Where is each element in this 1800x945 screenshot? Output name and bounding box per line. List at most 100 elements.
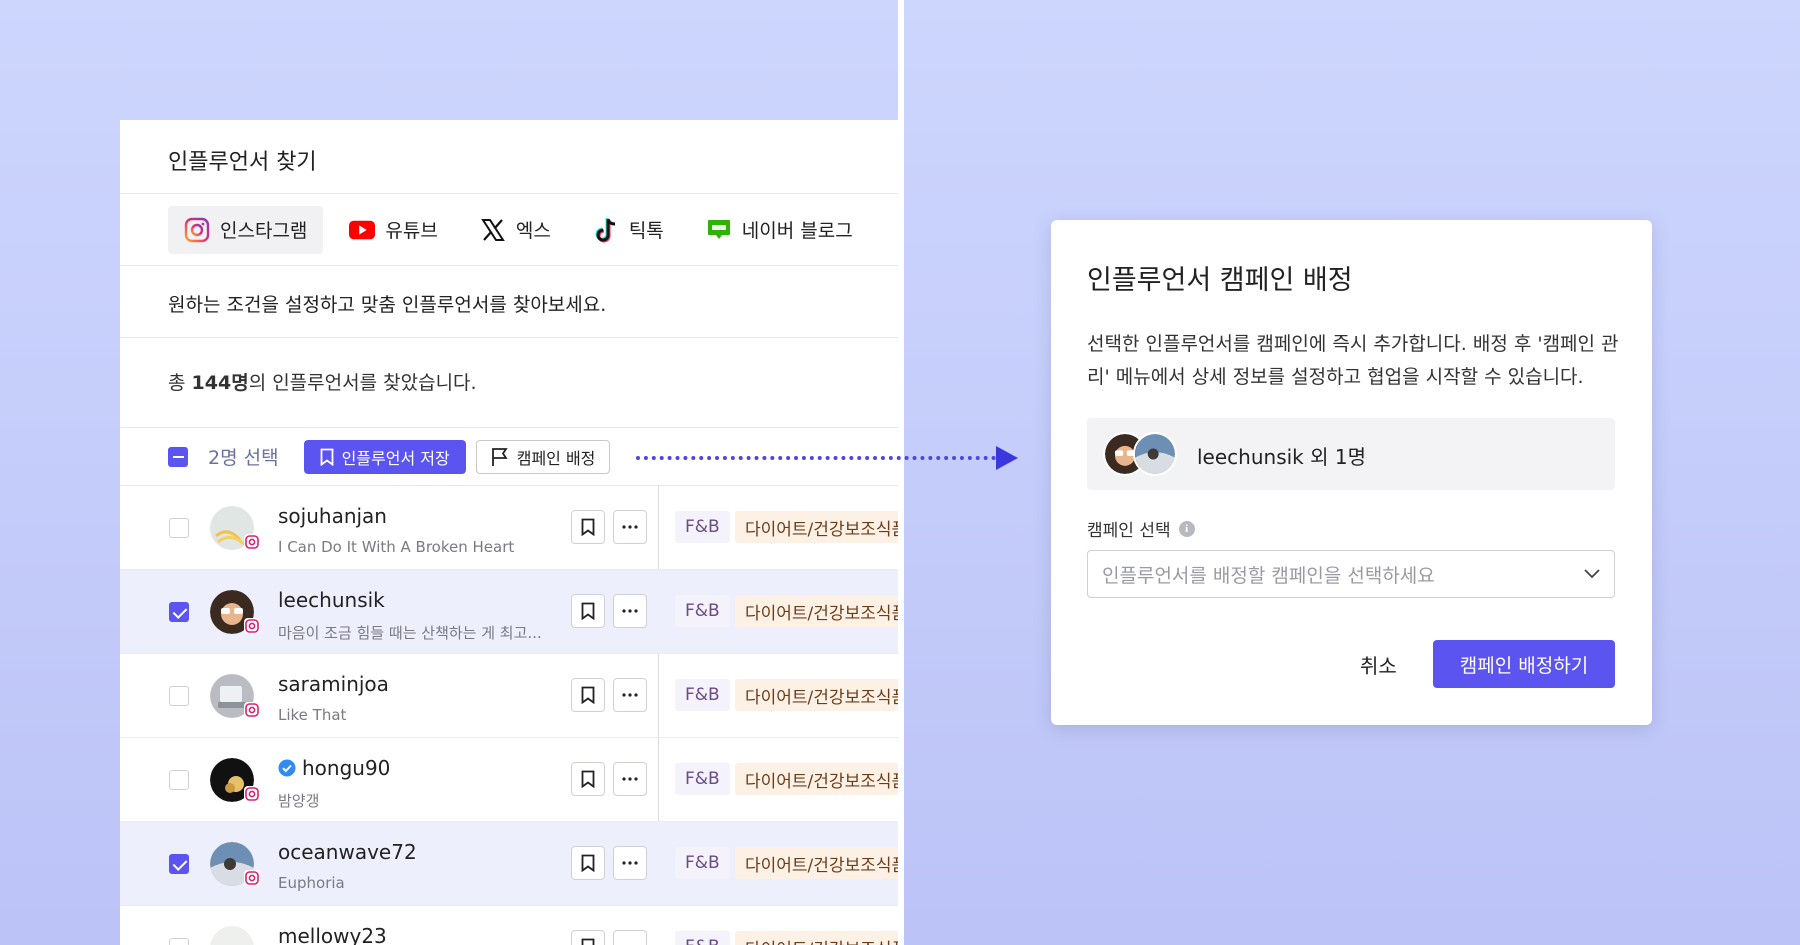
influencer-name[interactable]: sojuhanjan	[278, 504, 387, 528]
more-button[interactable]	[613, 510, 647, 544]
x-icon	[480, 217, 506, 243]
bookmark-button[interactable]	[571, 762, 605, 796]
youtube-icon	[349, 217, 376, 243]
tab-label: 유튜브	[385, 220, 438, 242]
row-checkbox[interactable]	[169, 854, 189, 874]
platform-tabs: 인스타그램 유튜브 엑스 틱톡 네이버 블로그	[120, 194, 898, 266]
arrow-head-icon	[996, 446, 1018, 470]
influencer-handle: saraminjoa	[278, 672, 389, 696]
bookmark-button[interactable]	[571, 678, 605, 712]
more-icon	[622, 861, 638, 865]
more-button[interactable]	[613, 762, 647, 796]
page-title: 인플루언서 찾기	[120, 120, 898, 194]
table-row[interactable]: hongu90 밤양갱 F&B 다이어트/건강보조식품	[120, 738, 898, 822]
instagram-badge-icon	[244, 534, 260, 550]
row-checkbox[interactable]	[169, 518, 189, 538]
table-row[interactable]: sojuhanjan I Can Do It With A Broken Hea…	[120, 486, 898, 570]
select-all-checkbox[interactable]	[168, 446, 188, 467]
table-row[interactable]: leechunsik 마음이 조금 힘들 때는 산책하는 게 최고... F&B…	[120, 570, 898, 654]
tab-label: 틱톡	[628, 220, 664, 242]
table-row[interactable]: oceanwave72 Euphoria F&B 다이어트/건강보조식품	[120, 822, 898, 906]
more-icon	[622, 525, 638, 529]
bookmark-icon	[581, 770, 595, 788]
more-button[interactable]	[613, 846, 647, 880]
influencer-name[interactable]: saraminjoa	[278, 672, 389, 696]
more-button[interactable]	[613, 594, 647, 628]
bookmark-icon	[320, 448, 333, 466]
table-row[interactable]: mellowy23 F&B 다이어트/건강보조식품	[120, 906, 898, 945]
cancel-button[interactable]: 취소	[1360, 650, 1397, 679]
row-checkbox[interactable]	[169, 770, 189, 790]
bookmark-button[interactable]	[571, 510, 605, 544]
category-tag: F&B	[675, 679, 730, 711]
bookmark-button[interactable]	[571, 846, 605, 880]
subcategory-tag: 다이어트/건강보조식품	[735, 763, 898, 795]
more-button[interactable]	[613, 930, 647, 945]
modal-description: 선택한 인플루언서를 캠페인에 즉시 추가합니다. 배정 후 '캠페인 관리' …	[1087, 333, 1619, 388]
tab-naver-blog[interactable]: 네이버 블로그	[690, 206, 869, 254]
tab-label: 인스타그램	[220, 220, 308, 242]
campaign-select[interactable]: 인플루언서를 배정할 캠페인을 선택하세요	[1087, 550, 1615, 598]
subcategory-tag: 다이어트/건강보조식품	[735, 847, 898, 879]
tab-tiktok[interactable]: 틱톡	[577, 206, 680, 254]
save-influencer-button[interactable]: 인플루언서 저장	[303, 439, 466, 474]
subcategory-tag: 다이어트/건강보조식품	[735, 595, 898, 627]
tab-label: 네이버 블로그	[741, 220, 853, 242]
info-icon[interactable]: i	[1178, 520, 1195, 537]
table-row[interactable]: saraminjoa Like That F&B 다이어트/건강보조식품	[120, 654, 898, 738]
influencer-list: sojuhanjan I Can Do It With A Broken Hea…	[120, 486, 898, 945]
more-icon	[622, 777, 638, 781]
subcategory-tag: 다이어트/건강보조식품	[735, 679, 898, 711]
selected-summary-text: leechunsik 외 1명	[1197, 445, 1366, 469]
more-icon	[622, 693, 638, 697]
instagram-badge-icon	[244, 618, 260, 634]
category-tag: F&B	[675, 763, 730, 795]
campaign-field-label-text: 캠페인 선택	[1087, 521, 1171, 541]
influencer-handle: mellowy23	[278, 924, 387, 945]
influencer-bio: 마음이 조금 힘들 때는 산책하는 게 최고...	[278, 624, 542, 642]
category-tag: F&B	[675, 847, 730, 879]
influencer-name[interactable]: mellowy23	[278, 924, 387, 945]
bookmark-button[interactable]	[571, 594, 605, 628]
category-tag: F&B	[675, 511, 730, 543]
count-suffix: 의 인플루언서를 찾았습니다.	[248, 372, 477, 394]
chevron-down-icon	[1584, 569, 1600, 579]
avatar	[1133, 432, 1177, 476]
influencer-handle: sojuhanjan	[278, 504, 387, 528]
more-button[interactable]	[613, 678, 647, 712]
influencer-name[interactable]: leechunsik	[278, 588, 385, 612]
campaign-select-placeholder: 인플루언서를 배정할 캠페인을 선택하세요	[1102, 564, 1435, 587]
row-checkbox[interactable]	[169, 938, 189, 945]
bookmark-icon	[581, 518, 595, 536]
search-description: 원하는 조건을 설정하고 맞춤 인플루언서를 찾아보세요.	[120, 266, 898, 338]
dotted-arrow-line	[636, 456, 996, 460]
tab-instagram[interactable]: 인스타그램	[168, 205, 324, 254]
influencer-handle: hongu90	[302, 756, 391, 780]
instagram-badge-icon	[244, 786, 260, 802]
bookmark-button[interactable]	[571, 930, 605, 945]
save-influencer-label: 인플루언서 저장	[341, 448, 450, 468]
bookmark-icon	[581, 938, 595, 945]
row-checkbox[interactable]	[169, 686, 189, 706]
tab-youtube[interactable]: 유튜브	[333, 206, 453, 254]
instagram-badge-icon	[244, 870, 260, 886]
more-icon	[622, 609, 638, 613]
assign-campaign-button[interactable]: 캠페인 배정	[475, 439, 611, 474]
category-tag: F&B	[675, 931, 730, 945]
flag-icon	[491, 447, 508, 466]
campaign-assign-modal: 인플루언서 캠페인 배정 선택한 인플루언서를 캠페인에 즉시 추가합니다. 배…	[1051, 220, 1652, 725]
tiktok-icon	[593, 217, 619, 243]
category-tag: F&B	[675, 595, 730, 627]
subcategory-tag: 다이어트/건강보조식품	[735, 511, 898, 543]
confirm-assign-button[interactable]: 캠페인 배정하기	[1433, 640, 1615, 688]
influencer-bio: I Can Do It With A Broken Heart	[278, 538, 515, 556]
verified-icon	[278, 759, 296, 777]
selected-count: 2명 선택	[208, 447, 279, 469]
instagram-icon	[184, 217, 210, 243]
row-checkbox[interactable]	[169, 602, 189, 622]
influencer-name[interactable]: oceanwave72	[278, 840, 417, 864]
influencer-finder-panel: 인플루언서 찾기 인스타그램 유튜브 엑스 틱톡 네이버 블로그 원하는 조건을…	[120, 120, 898, 945]
tab-x[interactable]: 엑스	[464, 206, 567, 254]
avatar	[210, 926, 254, 945]
influencer-name[interactable]: hongu90	[278, 756, 390, 780]
